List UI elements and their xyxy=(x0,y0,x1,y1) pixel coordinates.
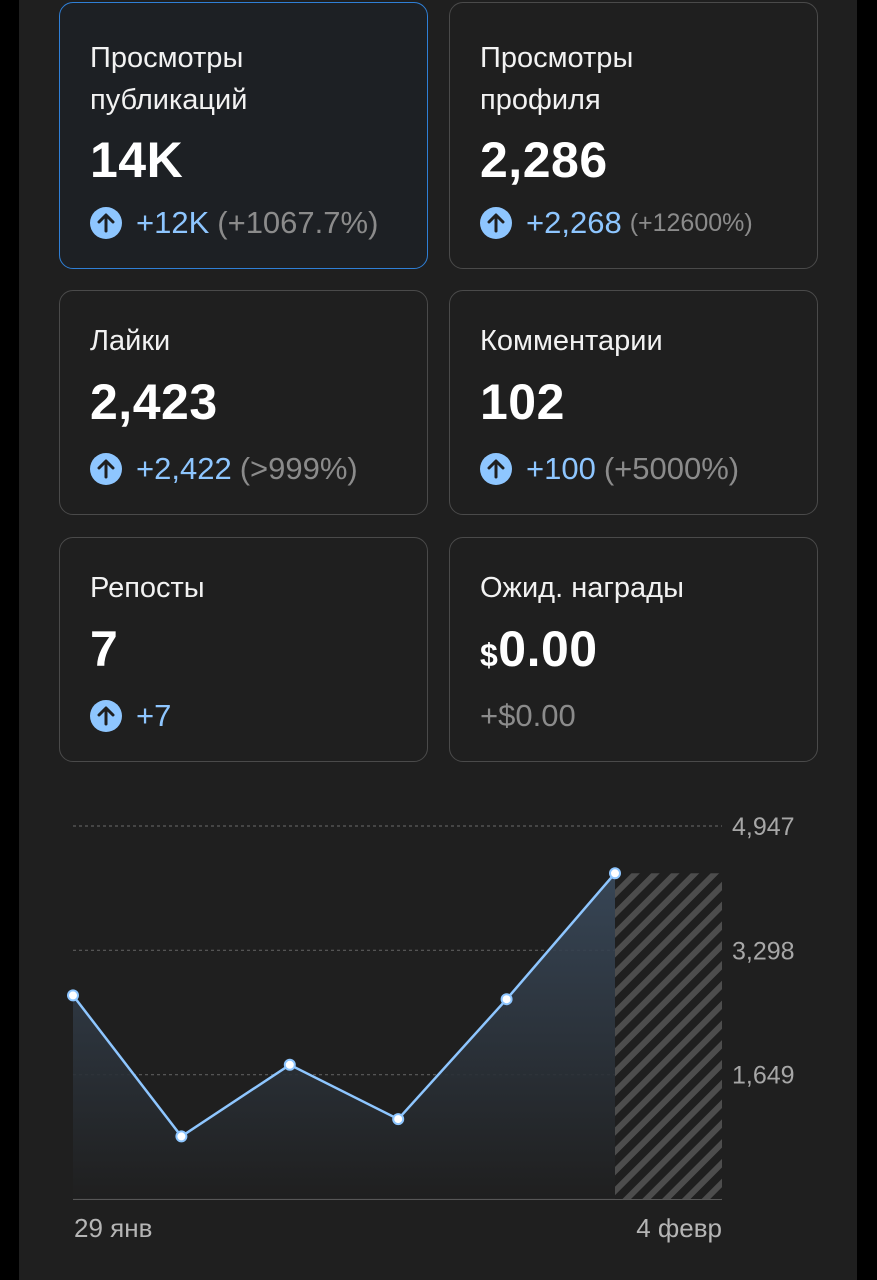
x-tick-label: 29 янв xyxy=(74,1213,152,1243)
data-point xyxy=(67,989,79,1002)
views-chart: 4,947 3,298 1,649 29 янв 4 февр xyxy=(67,813,795,1243)
area-fill xyxy=(73,873,615,1199)
y-tick-label: 4,947 xyxy=(732,813,795,841)
future-hatch xyxy=(615,873,722,1199)
data-point xyxy=(392,1113,405,1126)
data-point xyxy=(175,1130,188,1143)
data-point xyxy=(500,993,513,1006)
y-tick-label: 3,298 xyxy=(732,937,795,965)
data-point xyxy=(283,1058,296,1071)
data-point xyxy=(609,867,621,880)
y-tick-label: 1,649 xyxy=(732,1062,795,1090)
x-tick-label: 4 февр xyxy=(636,1213,722,1243)
